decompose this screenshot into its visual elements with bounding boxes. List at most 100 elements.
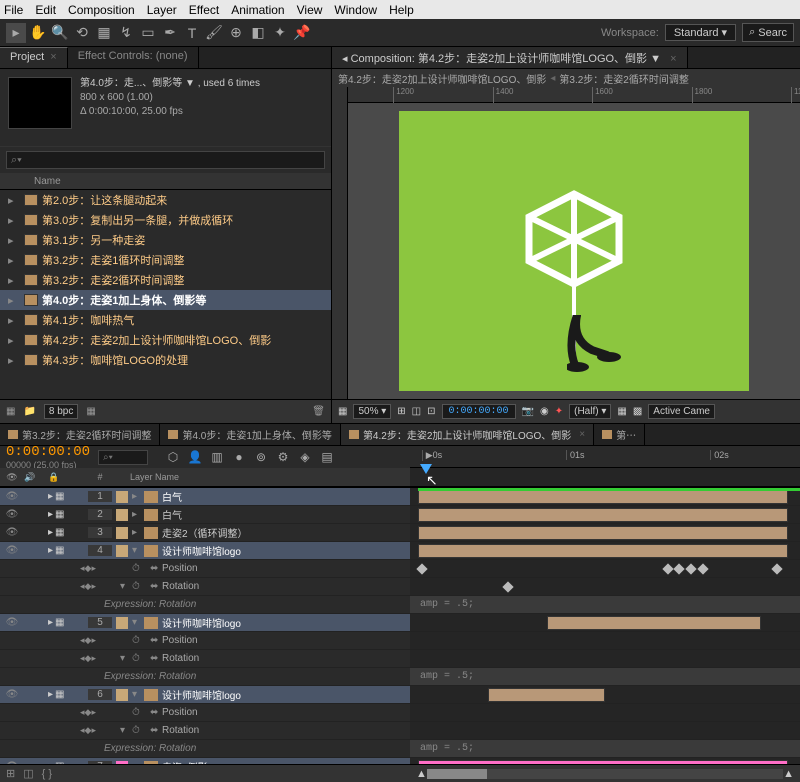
twirl-icon[interactable]: ▾ [132, 545, 144, 556]
lock-toggle[interactable]: ▸▦ [48, 491, 88, 502]
menu-layer[interactable]: Layer [147, 3, 177, 17]
twirl-icon[interactable]: ▸ [132, 509, 144, 520]
toggle-modes-icon[interactable]: ◫ [23, 767, 33, 780]
layer-name[interactable]: 设计师咖啡馆logo [162, 543, 410, 558]
twirl-icon[interactable]: ▸ [8, 294, 20, 307]
workspace-selector[interactable]: Standard ▾ [665, 24, 736, 41]
keyframe-lane[interactable] [410, 704, 800, 722]
stopwatch-icon[interactable]: ⏱ [132, 563, 146, 574]
region-icon[interactable]: ◉ [540, 406, 549, 417]
keyframe-nav[interactable]: ◂◆▸ [80, 653, 120, 664]
shy-icon[interactable]: 👤 [186, 448, 204, 466]
zoom-out-icon[interactable]: ▲ [416, 768, 427, 780]
project-item[interactable]: ▸第3.2步：走姿2循环时间调整 [0, 270, 331, 290]
keyframe-lane[interactable] [410, 722, 800, 740]
layer-row[interactable]: 👁▸▦6▾设计师咖啡馆logo [0, 686, 410, 704]
keyframe-lane[interactable] [410, 650, 800, 668]
label-color[interactable] [116, 617, 128, 629]
layer-bar[interactable] [418, 760, 789, 764]
menu-view[interactable]: View [297, 3, 323, 17]
expression-field[interactable]: amp = .5; [410, 596, 800, 614]
col-lock[interactable]: 🔒 [48, 472, 88, 483]
layer-row[interactable]: 👁▸▦4▾设计师咖啡馆logo [0, 542, 410, 560]
timeline-tab[interactable]: 第4.0步：走姿1加上身体、倒影等 [160, 424, 340, 445]
time-ruler[interactable]: ▶0s01s02s [410, 446, 800, 468]
tab-project[interactable]: Project× [0, 47, 68, 68]
layer-name[interactable]: 白气 [162, 507, 410, 522]
toggle-switches-icon[interactable]: ⊞ [6, 767, 15, 780]
twirl-icon[interactable]: ▾ [120, 725, 132, 736]
visibility-toggle[interactable]: 👁 [0, 509, 24, 520]
stopwatch-icon[interactable]: ⏱ [132, 653, 146, 664]
project-item[interactable]: ▸第4.2步：走姿2加上设计师咖啡馆LOGO、倒影 [0, 330, 331, 350]
twirl-icon[interactable]: ▸ [8, 314, 20, 327]
visibility-toggle[interactable]: 👁 [0, 617, 24, 628]
lock-toggle[interactable]: ▸▦ [48, 509, 88, 520]
timeline-search[interactable] [98, 450, 148, 465]
menu-window[interactable]: Window [334, 3, 377, 17]
project-item[interactable]: ▸第4.0步：走姿1加上身体、倒影等 [0, 290, 331, 310]
keyframe[interactable] [416, 563, 427, 574]
zoom-tool[interactable]: 🔍 [50, 23, 70, 43]
keyframe[interactable] [771, 563, 782, 574]
col-number[interactable]: # [88, 472, 112, 482]
link-icon[interactable]: ⬌ [150, 563, 162, 574]
bpc-selector[interactable]: 8 bpc [44, 404, 78, 419]
expression-row[interactable]: Expression: Rotation [0, 596, 410, 614]
layer-row[interactable]: 👁▸▦3▸走姿2（循环调整） [0, 524, 410, 542]
grid-icon[interactable]: ▦ [338, 406, 347, 417]
layer-name[interactable]: 设计师咖啡馆logo [162, 615, 410, 630]
lock-toggle[interactable]: ▸▦ [48, 689, 88, 700]
layer-bar[interactable] [547, 616, 762, 630]
pen-tool[interactable]: ✒ [160, 23, 180, 43]
property-row[interactable]: ◂◆▸ ⏱⬌Position [0, 560, 410, 578]
close-icon[interactable]: × [50, 51, 56, 63]
link-icon[interactable]: ⬌ [150, 653, 162, 664]
3d-icon[interactable]: ✦ [555, 406, 563, 417]
interpret-icon[interactable]: ▦ [6, 406, 15, 417]
label-color[interactable] [116, 509, 128, 521]
menu-edit[interactable]: Edit [35, 3, 56, 17]
keyframe[interactable] [662, 563, 673, 574]
lock-toggle[interactable]: ▸▦ [48, 545, 88, 556]
expression-row[interactable]: Expression: Rotation [0, 740, 410, 758]
layer-bar[interactable] [418, 508, 789, 522]
puppet-tool[interactable]: 📌 [292, 23, 312, 43]
link-icon[interactable]: ⬌ [150, 635, 162, 646]
zoom-in-icon[interactable]: ▲ [783, 768, 794, 780]
property-row[interactable]: ◂◆▸ ⏱⬌Position [0, 704, 410, 722]
layer-row[interactable]: 👁▸▦2▸白气 [0, 506, 410, 524]
menu-composition[interactable]: Composition [68, 3, 135, 17]
text-tool[interactable]: T [182, 23, 202, 43]
frame-blend-icon[interactable]: ▥ [208, 448, 226, 466]
viewport[interactable] [348, 103, 800, 399]
pan-behind-tool[interactable]: ↯ [116, 23, 136, 43]
in-out-icon[interactable]: { } [42, 768, 52, 780]
shape-tool[interactable]: ▭ [138, 23, 158, 43]
expression-row[interactable]: Expression: Rotation [0, 668, 410, 686]
draft-3d-icon[interactable]: ⬡ [164, 448, 182, 466]
layer-name[interactable]: 设计师咖啡馆logo [162, 687, 410, 702]
close-icon[interactable]: × [670, 53, 676, 65]
project-item[interactable]: ▸第2.0步：让这条腿动起来 [0, 190, 331, 210]
orbit-tool[interactable]: ⟲ [72, 23, 92, 43]
project-item[interactable]: ▸第3.0步：复制出另一条腿，并做成循环 [0, 210, 331, 230]
breadcrumb-item[interactable]: 第4.2步：走姿2加上设计师咖啡馆LOGO、倒影 [338, 71, 546, 86]
close-icon[interactable]: × [579, 429, 585, 440]
view-options-icon[interactable]: ⊞ [397, 406, 405, 417]
property-row[interactable]: ◂◆▸ ⏱⬌Position [0, 632, 410, 650]
keyframe-lane[interactable] [410, 560, 800, 578]
tab-effect-controls[interactable]: Effect Controls: (none) [68, 47, 199, 68]
project-item[interactable]: ▸第4.3步：咖啡馆LOGO的处理 [0, 350, 331, 370]
label-color[interactable] [116, 689, 128, 701]
twirl-icon[interactable]: ▸ [8, 274, 20, 287]
keyframe-nav[interactable]: ◂◆▸ [80, 725, 120, 736]
layer-bar-lane[interactable] [410, 542, 800, 560]
brush-tool[interactable]: 🖌 [204, 23, 224, 43]
property-row[interactable]: ◂◆▸▾⏱⬌Rotation [0, 722, 410, 740]
motion-blur-icon[interactable]: ● [230, 448, 248, 466]
auto-keyframe-icon[interactable]: ◈ [296, 448, 314, 466]
timeline-tab[interactable]: 第⋯ [594, 424, 645, 445]
twirl-icon[interactable]: ▾ [132, 617, 144, 628]
visibility-toggle[interactable]: 👁 [0, 545, 24, 556]
